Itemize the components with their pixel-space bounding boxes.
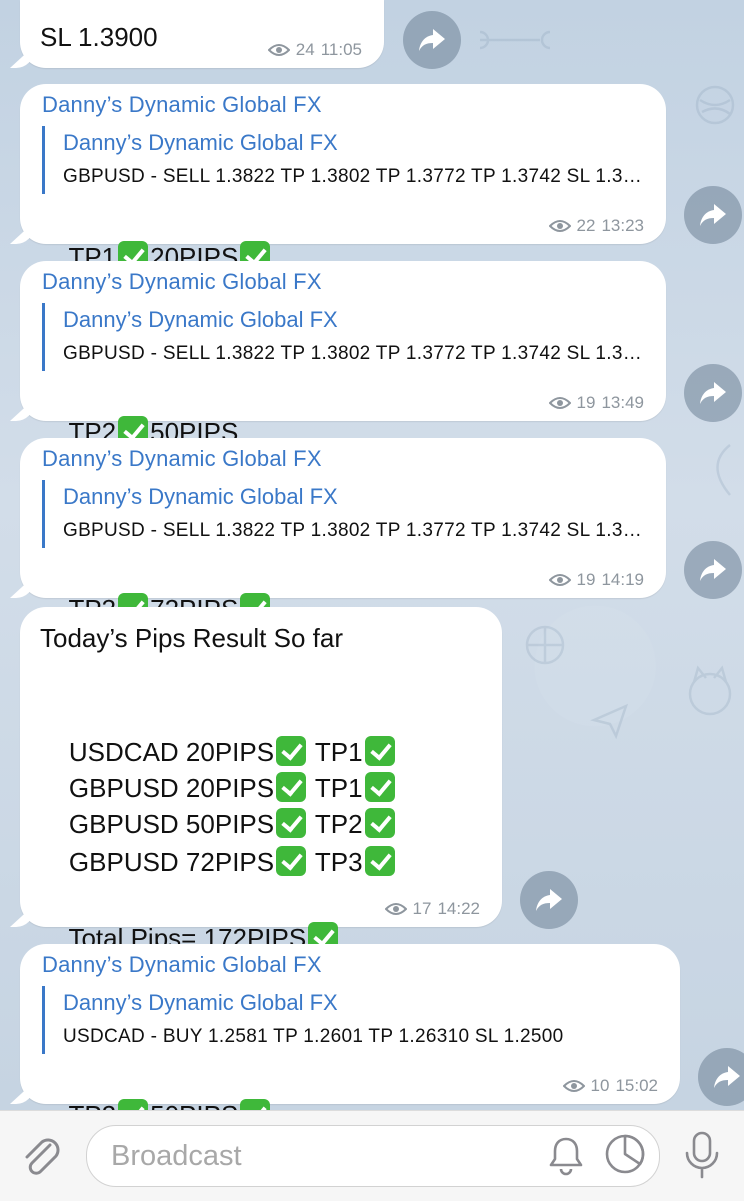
quoted-text: GBPUSD - SELL 1.3822 TP 1.3802 TP 1.3772… xyxy=(63,343,646,364)
message-meta: 19 14:19 xyxy=(548,570,644,590)
eye-icon xyxy=(267,44,290,56)
forward-button[interactable] xyxy=(403,11,461,69)
message-bubble-summary: Today’s Pips Result So far USDCAD 20PIPS… xyxy=(20,607,502,953)
view-count: 22 xyxy=(576,216,596,235)
quoted-text: GBPUSD - SELL 1.3822 TP 1.3802 TP 1.3772… xyxy=(63,520,646,541)
doodle-tail-icon xyxy=(716,444,731,496)
message-time: 14:22 xyxy=(437,899,480,918)
forward-arrow-icon xyxy=(419,29,445,51)
forward-button[interactable] xyxy=(520,871,578,929)
quoted-sender: Danny’s Dynamic Global FX xyxy=(63,484,338,509)
summary-tp: TP3 xyxy=(314,847,363,877)
doodle-ball-icon xyxy=(525,625,565,665)
paperclip-icon xyxy=(25,1138,60,1175)
view-count: 17 xyxy=(412,899,432,918)
view-count: 19 xyxy=(576,570,596,589)
eye-icon xyxy=(548,397,571,409)
view-count: 24 xyxy=(295,40,315,59)
message-meta: 10 15:02 xyxy=(562,1076,658,1096)
quoted-text: GBPUSD - SELL 1.3822 TP 1.3802 TP 1.3772… xyxy=(63,166,646,187)
forward-button[interactable] xyxy=(684,186,742,244)
reply-quote[interactable]: Danny’s Dynamic Global FX GBPUSD - SELL … xyxy=(42,480,646,548)
reply-quote[interactable]: Danny’s Dynamic Global FX USDCAD - BUY 1… xyxy=(42,986,660,1054)
message-meta: 22 13:23 xyxy=(548,216,644,236)
message-time: 13:49 xyxy=(601,393,644,412)
forward-arrow-icon xyxy=(700,559,726,581)
sender-name: Danny’s Dynamic Global FX xyxy=(42,952,322,977)
message-meta: 19 13:49 xyxy=(548,393,644,413)
notification-bell-button[interactable] xyxy=(544,1133,588,1177)
message-time: 13:23 xyxy=(601,216,644,235)
forward-arrow-icon xyxy=(714,1066,740,1088)
sender-name: Danny’s Dynamic Global FX xyxy=(42,269,322,294)
auto-delete-timer-button[interactable] xyxy=(602,1131,648,1177)
broadcast-placeholder: Broadcast xyxy=(111,1140,242,1172)
message-bubble-tp2: Danny’s Dynamic Global FX Danny’s Dynami… xyxy=(20,261,666,447)
green-checkmark-icon xyxy=(364,846,395,876)
forward-arrow-icon xyxy=(536,889,562,911)
composer-bar: Broadcast xyxy=(0,1110,744,1201)
green-checkmark-icon xyxy=(276,846,307,876)
reply-quote[interactable]: Danny’s Dynamic Global FX GBPUSD - SELL … xyxy=(42,303,646,371)
message-time: 14:19 xyxy=(601,570,644,589)
microphone-icon xyxy=(685,1131,719,1179)
sender-name: Danny’s Dynamic Global FX xyxy=(42,446,322,471)
microphone-button[interactable] xyxy=(680,1129,724,1181)
quoted-sender: Danny’s Dynamic Global FX xyxy=(63,130,338,155)
doodle-plane-icon xyxy=(590,703,629,740)
message-bubble-tp1: Danny’s Dynamic Global FX Danny’s Dynami… xyxy=(20,84,666,272)
quoted-sender: Danny’s Dynamic Global FX xyxy=(63,990,338,1015)
summary-title: Today’s Pips Result So far xyxy=(40,623,343,653)
view-count: 19 xyxy=(576,393,596,412)
forward-button[interactable] xyxy=(684,364,742,422)
message-meta: 24 11:05 xyxy=(267,40,362,60)
doodle-bone-icon xyxy=(479,30,551,50)
summary-pair: GBPUSD 72PIPS xyxy=(68,847,275,877)
message-text: SL 1.3900 xyxy=(40,22,158,52)
quoted-sender: Danny’s Dynamic Global FX xyxy=(63,307,338,332)
timer-icon xyxy=(605,1134,645,1174)
sender-name: Danny’s Dynamic Global FX xyxy=(42,92,322,117)
message-bubble-usdcad-tp2: Danny’s Dynamic Global FX Danny’s Dynami… xyxy=(20,944,680,1130)
bell-icon xyxy=(549,1137,583,1176)
eye-icon xyxy=(548,574,571,586)
eye-icon xyxy=(548,220,571,232)
quoted-text: USDCAD - BUY 1.2581 TP 1.2601 TP 1.26310… xyxy=(63,1026,564,1047)
message-bubble-sl: SL 1.3900 24 11:05 xyxy=(20,0,384,68)
eye-icon xyxy=(384,903,407,915)
forward-arrow-icon xyxy=(700,382,726,404)
message-time: 11:05 xyxy=(320,40,362,59)
reply-quote[interactable]: Danny’s Dynamic Global FX GBPUSD - SELL … xyxy=(42,126,646,194)
forward-button[interactable] xyxy=(684,541,742,599)
attach-button[interactable] xyxy=(16,1131,64,1179)
eye-icon xyxy=(562,1080,585,1092)
message-bubble-tp3: Danny’s Dynamic Global FX Danny’s Dynami… xyxy=(20,438,666,624)
doodle-cat-icon xyxy=(688,665,732,716)
view-count: 10 xyxy=(590,1076,610,1095)
message-meta: 17 14:22 xyxy=(384,899,480,919)
forward-arrow-icon xyxy=(700,204,726,226)
message-time: 15:02 xyxy=(615,1076,658,1095)
doodle-yarn-icon xyxy=(695,85,735,125)
